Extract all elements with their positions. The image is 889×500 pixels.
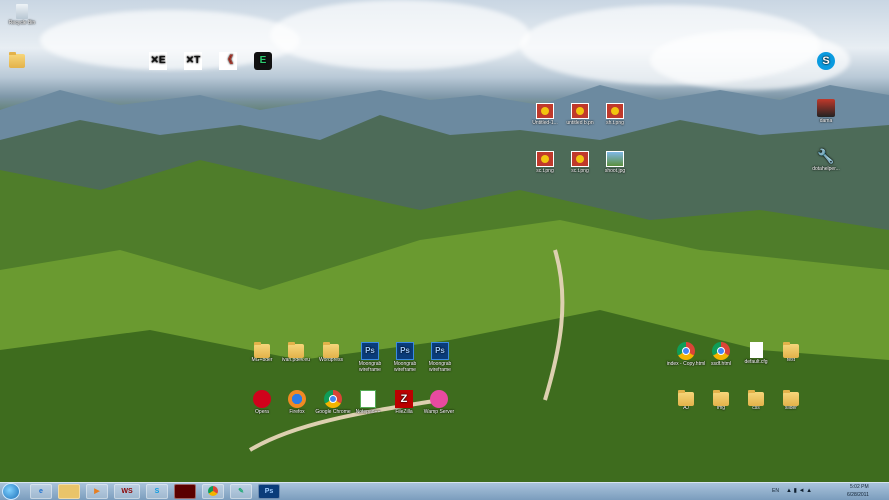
document-icon[interactable]: default.cfg [736,342,776,365]
folder-glyph [9,52,25,68]
desktop: Recycle Bin ✕E ✕T 《 E S Untitled-1... un… [0,0,889,482]
chrome-label: Google Chrome [315,409,351,415]
app-icon-t[interactable]: ✕T [173,52,213,71]
document-label: default.cfg [744,359,768,365]
wamp-icon[interactable]: Wamp Server [419,390,459,415]
folder-glyph [748,390,764,406]
psd-file-icon[interactable]: Ps Moongrab wireframe [350,342,390,373]
recycle-bin-label: Recycle Bin [8,20,36,26]
hills [0,160,889,482]
chrome-icon[interactable]: Google Chrome [313,390,353,415]
photoshop-taskbar-button[interactable]: Ps [258,484,280,499]
ws-taskbar-button[interactable]: WS [114,484,140,499]
app-icon-e[interactable]: ✕E [138,52,178,71]
image-label: sc.t.png [536,168,554,174]
dama-taskbar-icon[interactable] [174,484,196,499]
chrome-glyph [677,342,695,360]
image-glyph [571,151,589,167]
image-glyph [536,151,554,167]
folder-icon[interactable] [0,52,37,68]
folder-icon[interactable]: AJ [666,390,706,411]
language-indicator[interactable]: EN [772,488,779,494]
image-glyph [571,103,589,119]
folder-icon[interactable]: css [736,390,776,411]
filezilla-icon[interactable]: Z FileZilla [384,390,424,415]
image-file-icon[interactable]: Untitled-1... [525,103,565,126]
folder-glyph [783,390,799,406]
image-file-icon[interactable]: untitled b.pn [560,103,600,126]
psd-label: Moongrab wireframe [358,361,382,373]
folder-icon[interactable]: test [771,342,811,363]
folder-glyph [783,342,799,358]
dama-icon[interactable]: dama [806,99,846,124]
clock-time[interactable]: 5:02 PM [850,484,869,490]
psd-glyph: Ps [361,342,379,360]
image-label: sc.t.png [571,168,589,174]
chrome-html-icon[interactable]: ssdf.html [701,342,741,367]
tools-label: dotahelper... [812,166,840,172]
html-label: ssdf.html [710,361,731,367]
recycle-bin-icon[interactable]: Recycle Bin [2,4,42,26]
cloud [270,0,530,70]
taskbar: e ▶ WS S ✎ Ps EN ▲ ▮ ◄ ▲ 5:02 PM 6/28/20… [0,482,889,500]
chrome-glyph [712,342,730,360]
chrome-taskbar-icon[interactable] [202,484,224,499]
image-glyph [536,103,554,119]
filezilla-label: FileZilla [395,409,413,415]
folder-icon[interactable]: slider [771,390,811,411]
image-glyph [606,103,624,119]
psd-label: Moongrab wireframe [428,361,452,373]
wamp-label: Wamp Server [423,409,455,415]
firefox-label: Firefox [289,409,305,415]
notepad-taskbar-icon[interactable]: ✎ [230,484,252,499]
psd-glyph: Ps [431,342,449,360]
notepad-icon[interactable]: Notepad++ [348,390,388,415]
image-label: untitled b.pn [566,120,594,126]
image-file-icon[interactable]: sh.t.png [595,103,635,126]
app-icon-s[interactable]: E [243,52,283,71]
folder-icon[interactable]: ivan.pdev.eu [276,342,316,363]
image-file-icon[interactable]: sc.t.png [525,151,565,174]
firefox-icon[interactable]: Firefox [277,390,317,415]
image-label: Untitled-1... [532,120,558,126]
folder-icon[interactable]: img [701,390,741,411]
document-glyph [749,342,763,358]
opera-icon[interactable]: Opera [242,390,282,415]
clock-date[interactable]: 6/28/2011 [847,492,869,498]
app-icon-k[interactable]: 《 [208,52,248,71]
ie-taskbar-icon[interactable]: e [30,484,52,499]
html-label: index - Copy.html [666,361,706,367]
folder-glyph [678,390,694,406]
folder-glyph [713,390,729,406]
start-button[interactable] [2,483,20,500]
folder-icon[interactable]: Wordpress [311,342,351,363]
psd-file-icon[interactable]: Ps Moongrab wireframe [385,342,425,373]
notepad-label: Notepad++ [355,409,381,415]
opera-label: Opera [255,409,269,415]
skype-icon[interactable]: S [806,52,846,71]
psd-label: Moongrab wireframe [393,361,417,373]
image-label: sh.t.png [606,120,624,126]
media-player-taskbar-icon[interactable]: ▶ [86,484,108,499]
psd-glyph: Ps [396,342,414,360]
dama-label: dama [819,118,833,124]
folder-glyph [288,342,304,358]
tray-icons[interactable]: ▲ ▮ ◄ ▲ [786,487,812,494]
folder-glyph [323,342,339,358]
image-file-icon[interactable]: sc.t.png [560,151,600,174]
folder-glyph [254,342,270,358]
chrome-html-icon[interactable]: index - Copy.html [666,342,706,367]
psd-file-icon[interactable]: Ps Moongrab wireframe [420,342,460,373]
image-file-icon[interactable]: shoot.jpg [595,151,635,174]
skype-taskbar-icon[interactable]: S [146,484,168,499]
tools-icon[interactable]: 🔧 dotahelper... [806,147,846,172]
explorer-taskbar-icon[interactable] [58,484,80,499]
chrome-glyph [324,390,342,408]
image-label: shoot.jpg [604,168,626,174]
